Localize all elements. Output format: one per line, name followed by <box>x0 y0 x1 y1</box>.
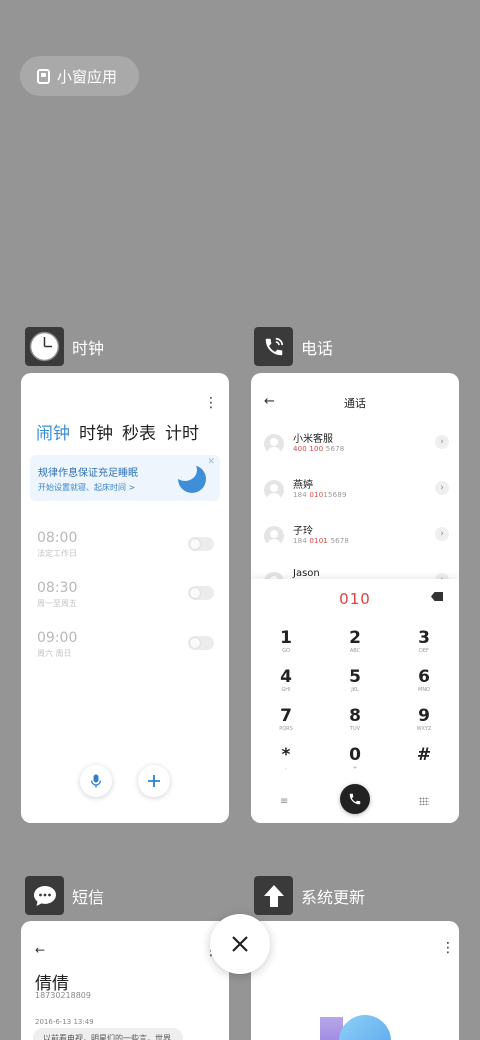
phone-screen-title: 通话 <box>344 397 366 410</box>
messages-app-card[interactable]: ← ⋮ 倩倩 18730218809 2016-6-13 13:49 以前看电视… <box>21 921 229 1040</box>
contact-number: 184 01015689 <box>293 491 347 499</box>
message-bubble[interactable]: 以前看电视，明星们的一些言，世界 <box>33 1028 183 1040</box>
contact-row[interactable]: 小米客服 400 100 5678 › <box>264 430 449 460</box>
floating-window-icon <box>37 68 50 84</box>
dial-key-1[interactable]: 1 GO <box>261 629 311 659</box>
tab-clock[interactable]: 时钟 <box>79 419 113 444</box>
updater-app-name: 系统更新 <box>301 887 366 907</box>
voice-alarm-button[interactable] <box>80 765 112 797</box>
alarm-toggle[interactable] <box>188 636 214 650</box>
close-promo-icon[interactable]: ✕ <box>207 457 215 467</box>
dial-key-0[interactable]: 0 + <box>330 746 380 776</box>
tab-timer[interactable]: 计时 <box>165 419 199 444</box>
microphone-icon <box>90 774 102 788</box>
add-alarm-button[interactable] <box>138 765 170 797</box>
phone-app-header[interactable]: 电话 <box>254 327 333 366</box>
avatar <box>264 480 284 500</box>
alarm-item[interactable]: 08:30 周一至周五 <box>37 580 77 609</box>
messages-app-header[interactable]: 短信 <box>25 876 104 915</box>
sleep-promo-banner[interactable]: 规律作息保证充足睡眠 开始设置就寝、起床时间 > ✕ <box>30 455 220 501</box>
contact-row[interactable]: 燕婷 184 01015689 › <box>264 476 449 506</box>
contact-number: 400 100 5678 <box>293 445 345 453</box>
avatar <box>264 434 284 454</box>
clock-app-card[interactable]: ⋮ 闹钟 时钟 秒表 计时 规律作息保证充足睡眠 开始设置就寝、起床时间 > ✕… <box>21 373 229 823</box>
dial-key-2[interactable]: 2 ABC <box>330 629 380 659</box>
alarm-time: 08:00 <box>37 530 78 546</box>
alarm-toggle[interactable] <box>188 537 214 551</box>
contact-name: 小米客服 <box>293 434 333 445</box>
floating-window-button[interactable]: 小窗应用 <box>20 56 139 96</box>
dial-key-4[interactable]: 4 GHI <box>261 668 311 698</box>
alarm-item[interactable]: 08:00 法定工作日 <box>37 530 77 559</box>
more-options-icon[interactable]: ⋮ <box>204 396 218 410</box>
dial-key-5[interactable]: 5 JKL <box>330 668 380 698</box>
dial-key-hash[interactable]: # <box>399 746 449 776</box>
tab-alarm[interactable]: 闹钟 <box>36 419 70 444</box>
updater-app-header[interactable]: 系统更新 <box>254 876 365 915</box>
contact-name: Jason <box>293 568 320 579</box>
chevron-right-icon[interactable]: › <box>435 481 449 495</box>
more-options-icon[interactable]: ⋮ <box>441 941 455 955</box>
alarm-item[interactable]: 09:00 周六 周日 <box>37 630 77 659</box>
miui-logo-arc <box>339 1015 391 1040</box>
alarm-time: 08:30 <box>37 580 78 596</box>
dial-key-3[interactable]: 3 DEF <box>399 629 449 659</box>
contact-name: 燕婷 <box>293 480 313 491</box>
tab-stopwatch[interactable]: 秒表 <box>122 419 156 444</box>
phone-app-card[interactable]: ← 通话 小米客服 400 100 5678 › 燕婷 184 01015689… <box>251 373 459 823</box>
contact-number: 184 0101 5678 <box>293 537 350 545</box>
back-arrow-icon[interactable]: ← <box>35 943 45 957</box>
close-icon <box>232 936 248 952</box>
clock-app-name: 时钟 <box>72 338 105 358</box>
alarm-toggle[interactable] <box>188 586 214 600</box>
promo-title: 规律作息保证充足睡眠 <box>38 468 138 479</box>
messages-app-name: 短信 <box>72 887 105 907</box>
phone-app-name: 电话 <box>301 338 334 358</box>
promo-subtitle[interactable]: 开始设置就寝、起床时间 > <box>38 482 135 493</box>
dial-input[interactable]: 010 <box>251 590 459 608</box>
contact-row[interactable]: 子玲 184 0101 5678 › <box>264 522 449 552</box>
call-button[interactable] <box>340 784 370 814</box>
clock-tab-bar: 闹钟 时钟 秒表 计时 <box>36 419 199 444</box>
message-timestamp: 2016-6-13 13:49 <box>35 1018 94 1026</box>
chat-bubble-icon <box>25 876 64 915</box>
menu-icon[interactable]: ≡ <box>280 796 288 807</box>
clear-all-button[interactable] <box>210 914 270 974</box>
dial-key-star[interactable]: *, <box>261 746 311 776</box>
alarm-repeat: 法定工作日 <box>37 549 77 558</box>
dial-key-6[interactable]: 6 MNO <box>399 668 449 698</box>
clock-app-header[interactable]: 时钟 <box>25 327 104 366</box>
alarm-repeat: 周一至周五 <box>37 599 77 608</box>
alarm-repeat: 周六 周日 <box>37 649 72 658</box>
chevron-right-icon[interactable]: › <box>435 527 449 541</box>
chevron-right-icon[interactable]: › <box>435 435 449 449</box>
dial-key-8[interactable]: 8 TUV <box>330 707 380 737</box>
floating-window-label: 小窗应用 <box>57 67 118 86</box>
clock-icon <box>25 327 64 366</box>
phone-icon <box>349 793 361 805</box>
contact-name: 子玲 <box>293 526 313 537</box>
dialpad: 010 1 GO 2 ABC 3 DEF 4 GHI 5 JKL 6 MNO 7 PQRS 8… <box>251 579 459 823</box>
alarm-time: 09:00 <box>37 630 78 646</box>
moon-icon <box>173 459 206 493</box>
conversation-number: 18730218809 <box>35 991 91 1000</box>
avatar <box>264 526 284 546</box>
updater-app-card[interactable]: ⋮ <box>251 921 459 1040</box>
dial-key-7[interactable]: 7 PQRS <box>261 707 311 737</box>
dial-key-9[interactable]: 9 WXYZ <box>399 707 449 737</box>
up-arrow-icon <box>254 876 293 915</box>
phone-icon <box>254 327 293 366</box>
keypad-toggle-icon[interactable] <box>419 797 429 805</box>
plus-icon <box>148 775 160 787</box>
